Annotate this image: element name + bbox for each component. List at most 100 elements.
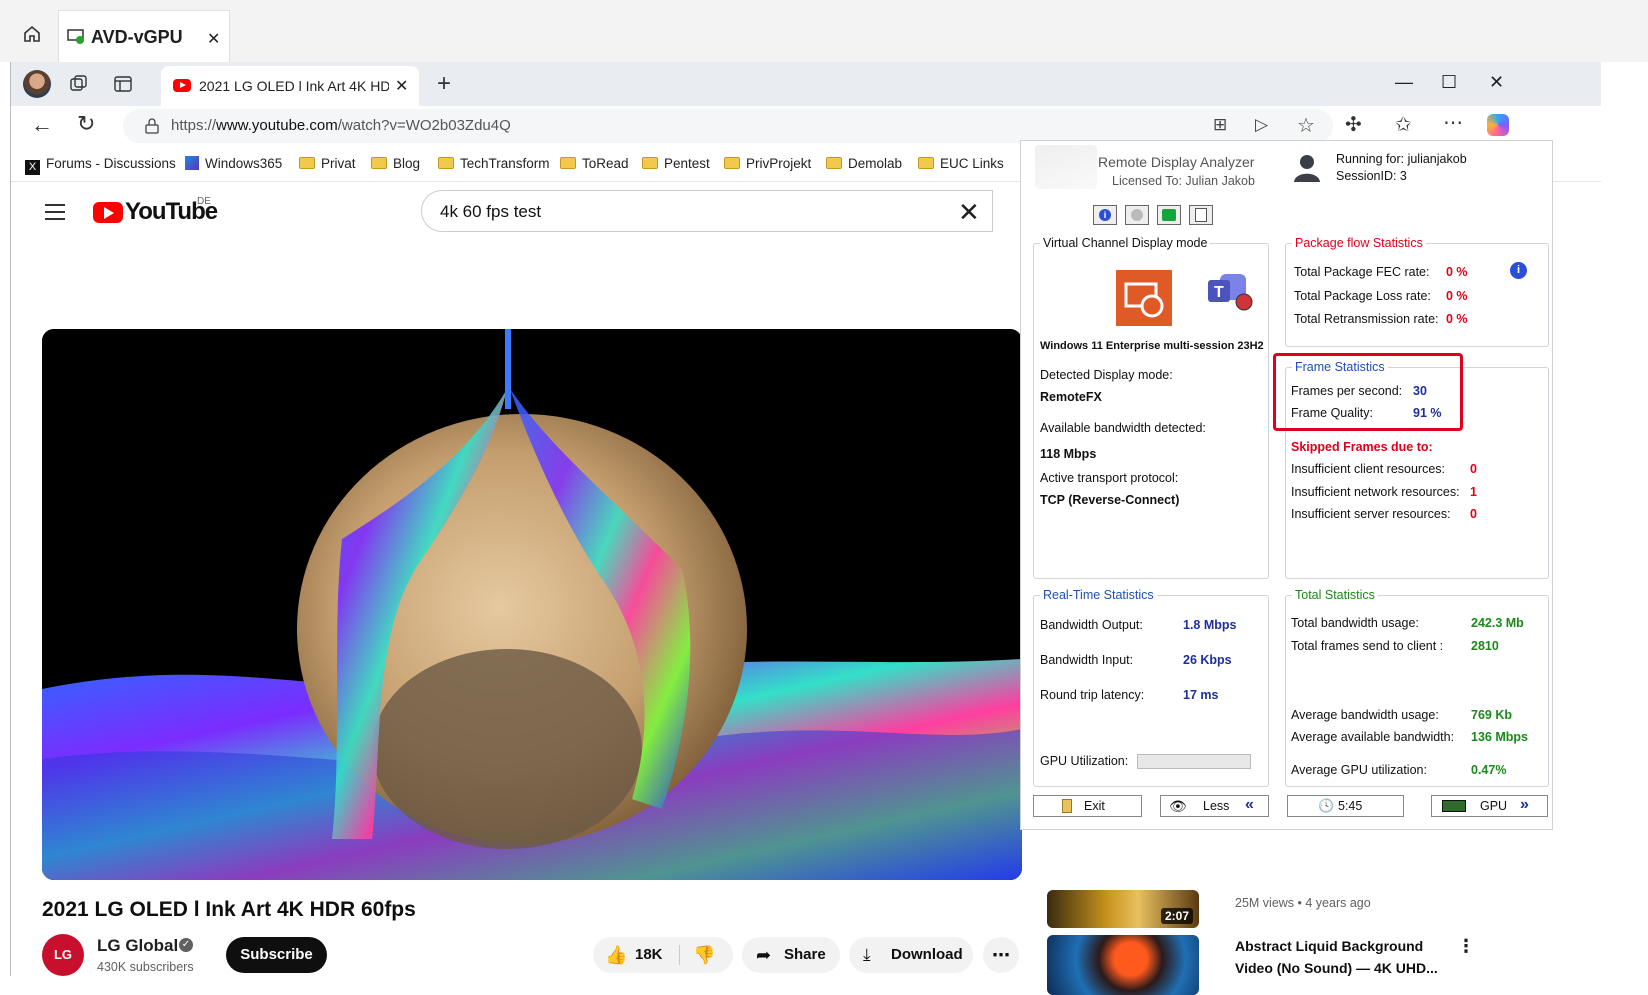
more-options-icon[interactable]: ⋮ xyxy=(1457,936,1475,957)
folder-icon xyxy=(299,157,315,169)
menu-icon[interactable] xyxy=(45,204,65,220)
gpu-button[interactable]: GPU » xyxy=(1431,795,1548,817)
less-button[interactable]: 👁 Less « xyxy=(1160,795,1269,817)
exit-button[interactable]: Exit xyxy=(1033,795,1142,817)
back-icon[interactable]: ← xyxy=(31,112,53,138)
info-icon[interactable]: i xyxy=(1093,205,1117,225)
related-video-thumbnail[interactable]: 2:07 xyxy=(1047,890,1199,928)
read-aloud-icon[interactable]: ▷ xyxy=(1255,115,1268,135)
exit-door-icon xyxy=(1062,799,1072,813)
collapse-chevrons-icon: « xyxy=(1245,796,1254,813)
expand-chevrons-icon: » xyxy=(1520,796,1529,813)
tab-actions-icon[interactable] xyxy=(113,74,133,94)
dislike-icon[interactable]: 👎 xyxy=(693,937,715,973)
virtual-channel-panel: Virtual Channel Display mode T Windows 1… xyxy=(1033,236,1269,579)
avg-available-label: Average available bandwidth: xyxy=(1291,730,1455,744)
camera-icon[interactable] xyxy=(1157,205,1181,225)
subscribe-button[interactable]: Subscribe xyxy=(226,937,327,973)
download-button[interactable]: ⤓ Download xyxy=(849,937,973,973)
bookmark-techtransform[interactable]: TechTransform xyxy=(438,156,550,171)
bookmark-demolab[interactable]: Demolab xyxy=(826,156,902,171)
avg-available-value: 136 Mbps xyxy=(1471,730,1528,744)
like-dislike-group: 👍 18K 👎 xyxy=(593,937,733,973)
folder-icon xyxy=(724,157,740,169)
copilot-icon[interactable] xyxy=(1487,114,1509,136)
channel-avatar[interactable]: LG xyxy=(42,934,84,976)
eye-icon: 👁 xyxy=(1169,798,1187,814)
folder-icon xyxy=(560,157,576,169)
exit-label: Exit xyxy=(1084,799,1105,813)
detected-mode-label: Detected Display mode: xyxy=(1040,368,1173,382)
apps-icon[interactable]: ⊞ xyxy=(1213,115,1227,135)
clock-icon: 🕓 xyxy=(1318,798,1335,813)
profile-avatar[interactable] xyxy=(23,70,51,98)
more-actions-icon[interactable]: ⋯ xyxy=(983,937,1019,973)
region-code: DE xyxy=(197,196,211,207)
favorite-star-icon[interactable]: ☆ xyxy=(1297,113,1315,138)
total-frames-label: Total frames send to client : xyxy=(1291,639,1444,653)
bookmark-forums[interactable]: X Forums - Discussions xyxy=(25,156,176,175)
search-input[interactable]: 4k 60 fps test ✕ xyxy=(421,190,993,232)
related-video-title[interactable]: Abstract Liquid Background xyxy=(1235,938,1423,954)
total-frames-value: 2810 xyxy=(1471,639,1499,653)
close-tab-icon[interactable]: ✕ xyxy=(395,76,408,96)
channel-name[interactable]: LG Global xyxy=(97,936,178,956)
maximize-icon[interactable]: ☐ xyxy=(1441,72,1457,93)
like-icon[interactable]: 👍 xyxy=(605,937,627,973)
refresh-icon[interactable]: ↻ xyxy=(77,111,95,137)
workspaces-icon[interactable] xyxy=(69,74,89,94)
folder-icon xyxy=(371,157,387,169)
bandwidth-detected-label: Available bandwidth detected: xyxy=(1040,421,1206,435)
network-resources-label: Insufficient network resources: xyxy=(1291,485,1460,499)
bookmark-privprojekt[interactable]: PrivProjekt xyxy=(724,156,811,171)
info-icon[interactable]: i xyxy=(1510,262,1527,279)
related-video-thumbnail[interactable] xyxy=(1047,935,1199,995)
share-button[interactable]: ➦ Share xyxy=(742,937,840,973)
more-icon[interactable]: ⋯ xyxy=(1443,110,1463,135)
highlight-frame xyxy=(1273,353,1463,431)
clear-search-icon[interactable]: ✕ xyxy=(958,197,980,228)
tab-title: 2021 LG OLED l Ink Art 4K HDR 60fps xyxy=(199,78,389,94)
related-video-title[interactable]: Video (No Sound) — 4K UHD... xyxy=(1235,960,1438,976)
bookmark-windows365[interactable]: Windows365 xyxy=(185,156,282,171)
package-flow-panel: Package flow Statistics i Total Package … xyxy=(1285,236,1549,347)
loss-label: Total Package Loss rate: xyxy=(1294,289,1431,303)
settings-icon[interactable] xyxy=(1125,205,1149,225)
favorites-icon[interactable]: ✩ xyxy=(1395,112,1412,137)
like-count[interactable]: 18K xyxy=(635,937,663,973)
bookmark-pentest[interactable]: Pentest xyxy=(642,156,710,171)
client-resources-label: Insufficient client resources: xyxy=(1291,462,1446,476)
less-label: Less xyxy=(1203,799,1230,813)
download-label: Download xyxy=(891,946,963,963)
minimize-icon[interactable]: — xyxy=(1395,72,1413,93)
home-icon[interactable] xyxy=(22,24,42,44)
log-icon[interactable] xyxy=(1189,205,1213,225)
server-resources-value: 0 xyxy=(1470,507,1477,521)
share-icon: ➦ xyxy=(756,945,772,965)
total-bandwidth-value: 242.3 Mb xyxy=(1471,616,1524,630)
youtube-logo-icon[interactable] xyxy=(93,202,123,223)
total-bandwidth-label: Total bandwidth usage: xyxy=(1291,616,1419,630)
rda-logo xyxy=(1035,145,1097,189)
close-window-icon[interactable]: ✕ xyxy=(1489,72,1504,93)
close-icon[interactable]: ✕ xyxy=(207,29,220,49)
bookmark-toread[interactable]: ToRead xyxy=(560,156,629,171)
package-flow-caption: Package flow Statistics xyxy=(1292,236,1426,250)
avd-tab-title: AVD-vGPU xyxy=(91,27,183,47)
rda-title: Remote Display Analyzer xyxy=(1098,154,1255,170)
bookmark-privat[interactable]: Privat xyxy=(299,156,356,171)
avd-tab[interactable]: AVD-vGPU ✕ xyxy=(58,10,230,62)
tab-youtube[interactable]: 2021 LG OLED l Ink Art 4K HDR 60fps ✕ xyxy=(161,66,419,106)
x-logo-icon: X xyxy=(25,160,40,175)
video-player[interactable] xyxy=(42,329,1022,880)
bookmark-euc-links[interactable]: EUC Links xyxy=(918,156,1004,171)
retransmission-value: 0 % xyxy=(1446,312,1468,326)
rtt-label: Round trip latency: xyxy=(1040,688,1145,702)
timer-button[interactable]: 🕓 5:45 xyxy=(1287,795,1404,817)
url-field[interactable]: https://www.youtube.com/watch?v=WO2b03Zd… xyxy=(123,109,1333,143)
total-statistics-panel: Total Statistics Total bandwidth usage: … xyxy=(1285,588,1549,787)
bookmark-blog[interactable]: Blog xyxy=(371,156,420,171)
extensions-icon[interactable]: ✣ xyxy=(1345,112,1362,137)
new-tab-icon[interactable]: + xyxy=(437,70,451,98)
browser-tab-bar: 2021 LG OLED l Ink Art 4K HDR 60fps ✕ + … xyxy=(11,62,1601,106)
